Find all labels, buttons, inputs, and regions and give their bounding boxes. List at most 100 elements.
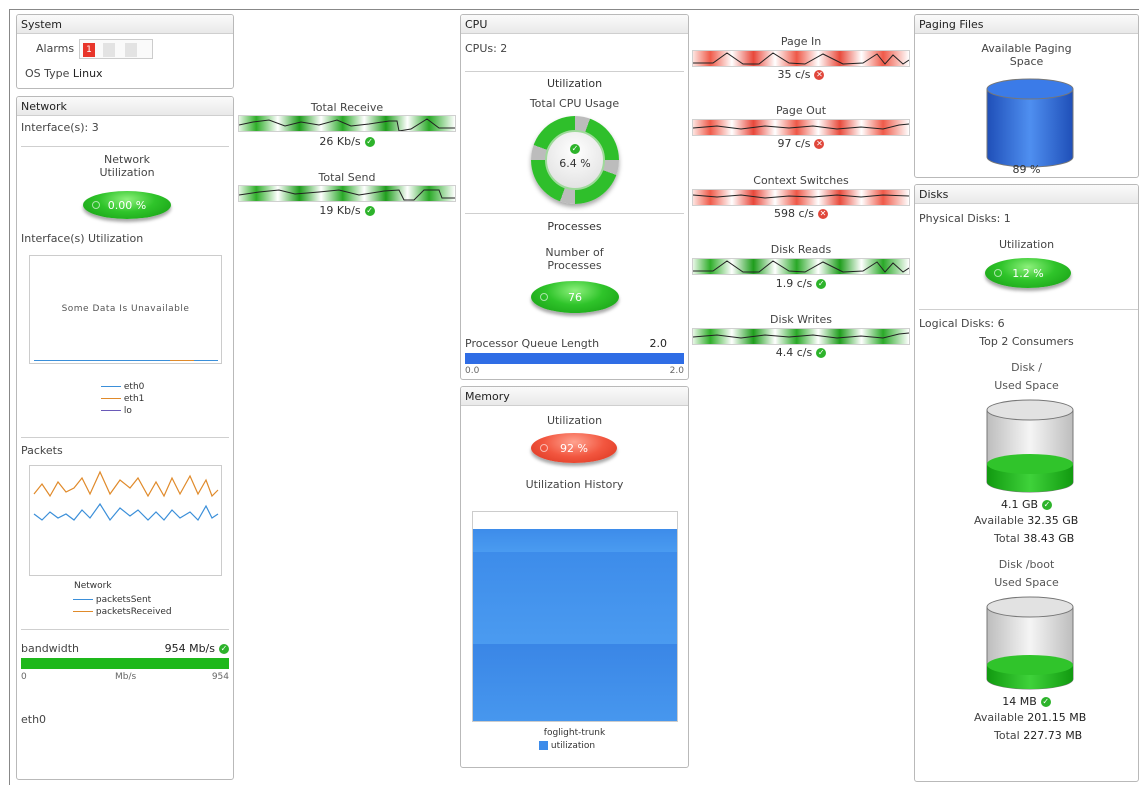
page-in-label: Page In bbox=[780, 35, 822, 48]
legend-swatch bbox=[101, 398, 121, 399]
disk-root-total-row: Total 38.43 GB bbox=[915, 532, 1138, 545]
legend-item: lo bbox=[101, 405, 144, 417]
alarm-warning-box[interactable] bbox=[125, 43, 137, 57]
os-type-label: OS Type bbox=[25, 67, 70, 80]
disk-boot-available-value: 201.15 MB bbox=[1027, 711, 1087, 724]
disk-boot-used-space-label: Used Space bbox=[994, 576, 1059, 589]
number-of-processes-label: Number of Processes bbox=[461, 246, 688, 272]
packets-sent-line bbox=[33, 502, 219, 522]
interfaces-legend: eth0 eth1 lo bbox=[101, 381, 144, 417]
legend-item: packetsReceived bbox=[73, 606, 172, 618]
utilization-history-chart[interactable] bbox=[472, 511, 678, 722]
interface-name[interactable]: eth0 bbox=[21, 713, 46, 726]
network-utilization-gauge[interactable]: 0.00 % bbox=[83, 191, 171, 219]
bandwidth-bar-track[interactable] bbox=[21, 658, 229, 669]
disk-root-total-value: 38.43 GB bbox=[1023, 532, 1075, 545]
sparkline-line bbox=[239, 189, 455, 201]
disk-root-cylinder[interactable] bbox=[985, 398, 1075, 494]
context-switches-value: 598 c/s bbox=[774, 207, 814, 220]
bandwidth-max: 954 bbox=[211, 672, 229, 682]
memory-panel: Memory Utilization 92 % Utilization Hist… bbox=[460, 386, 689, 768]
bandwidth-min: 0 bbox=[21, 672, 27, 682]
cpu-usage-value: 6.4 % bbox=[559, 157, 591, 170]
disk-boot-used-value: 14 MB bbox=[1002, 695, 1037, 708]
interfaces-utilization-chart[interactable]: Some Data Is Unavailable bbox=[29, 255, 222, 364]
legend-swatch bbox=[73, 599, 93, 600]
total-send-row: 19 Kb/s ✓ bbox=[238, 204, 456, 217]
packets-title: Packets bbox=[21, 444, 63, 457]
total-receive-row: 26 Kb/s ✓ bbox=[238, 135, 456, 148]
packets-chart-title: Network bbox=[74, 581, 112, 591]
page-out-sparkline[interactable] bbox=[692, 119, 910, 136]
memory-panel-title: Memory bbox=[461, 387, 688, 406]
number-of-processes-label-line1: Number of bbox=[545, 246, 604, 259]
page-in-sparkline[interactable] bbox=[692, 50, 910, 67]
processes-gauge[interactable]: 76 bbox=[531, 281, 619, 313]
available-paging-label-line1: Available Paging bbox=[981, 42, 1072, 55]
error-x-icon: ✕ bbox=[814, 70, 825, 80]
legend-label: eth0 bbox=[123, 382, 145, 392]
disk-writes-row: 4.4 c/s ✓ bbox=[692, 346, 910, 359]
disk-boot-cylinder[interactable] bbox=[985, 595, 1075, 691]
disk-utilization-gauge[interactable]: 1.2 % bbox=[985, 258, 1071, 288]
error-x-icon: ✕ bbox=[817, 209, 828, 219]
available-paging-label: Available Paging Space bbox=[915, 42, 1138, 68]
cpu-usage-gauge[interactable]: ✓ 6.4 % bbox=[531, 116, 619, 204]
cpu-count: CPUs: 2 bbox=[465, 42, 508, 55]
total-receive-label: Total Receive bbox=[310, 101, 384, 114]
paging-files-panel-title: Paging Files bbox=[915, 15, 1138, 34]
cpu-utilization-section: Utilization bbox=[546, 77, 603, 90]
disk-utilization-value: 1.2 % bbox=[1012, 266, 1044, 280]
disk-writes-sparkline[interactable] bbox=[692, 328, 910, 345]
cpu-panel-title: CPU bbox=[461, 15, 688, 34]
page-in-value: 35 c/s bbox=[777, 68, 811, 81]
disk-reads-sparkline[interactable] bbox=[692, 258, 910, 275]
sparkline-line bbox=[693, 332, 909, 339]
context-switches-sparkline[interactable] bbox=[692, 189, 910, 206]
paging-space-cylinder[interactable] bbox=[985, 77, 1075, 169]
disk-boot-available-row: Available 201.15 MB bbox=[915, 711, 1138, 724]
frame-top-border bbox=[9, 9, 1139, 10]
legend-label: packetsSent bbox=[95, 595, 152, 605]
queue-length-value: 2.0 bbox=[649, 337, 668, 350]
memory-utilization-gauge[interactable]: 92 % bbox=[531, 433, 617, 463]
total-receive-sparkline[interactable] bbox=[238, 115, 456, 132]
packets-sparkline bbox=[33, 470, 219, 522]
queue-length-bar-track[interactable] bbox=[465, 353, 684, 364]
paging-files-panel: Paging Files Available Paging Space 89 % bbox=[914, 14, 1139, 178]
alarm-fatal-box[interactable]: 1 bbox=[83, 43, 95, 57]
sparkline-line bbox=[239, 118, 455, 131]
bandwidth-label: bandwidth bbox=[21, 642, 79, 655]
total-send-label: Total Send bbox=[318, 171, 376, 184]
divider bbox=[21, 146, 229, 147]
available-paging-value: 89 % bbox=[1012, 163, 1041, 176]
utilization-history-label: Utilization History bbox=[525, 478, 624, 491]
legend-swatch bbox=[101, 410, 121, 411]
status-dot-icon bbox=[540, 293, 548, 301]
legend-swatch bbox=[73, 611, 93, 612]
divider bbox=[919, 309, 1138, 310]
network-panel-title: Network bbox=[17, 97, 233, 116]
legend-item: eth1 bbox=[101, 393, 144, 405]
disk-root-used-value: 4.1 GB bbox=[1000, 498, 1039, 511]
memory-chart-legend: utilization bbox=[539, 741, 595, 751]
interfaces-utilization-title: Interface(s) Utilization bbox=[21, 232, 144, 245]
cylinder-top bbox=[986, 78, 1074, 100]
disk-boot-total-row: Total 227.73 MB bbox=[915, 729, 1138, 742]
alarm-critical-box[interactable] bbox=[103, 43, 115, 57]
network-utilization-label: Network Utilization bbox=[77, 153, 177, 179]
disk-reads-value: 1.9 c/s bbox=[775, 277, 813, 290]
disk-root-name: Disk / bbox=[1011, 361, 1042, 374]
cylinder-body bbox=[986, 89, 1074, 168]
available-paging-label-line2: Space bbox=[1009, 55, 1044, 68]
alarms-label: Alarms bbox=[36, 42, 75, 55]
queue-length-min: 0.0 bbox=[465, 366, 480, 376]
packets-chart[interactable] bbox=[29, 465, 222, 576]
processes-section: Processes bbox=[547, 220, 602, 233]
cylinder-used-top bbox=[987, 655, 1073, 675]
queue-length-bar-fill bbox=[465, 353, 684, 364]
alarm-indicators[interactable]: 1 bbox=[79, 39, 153, 59]
legend-swatch bbox=[101, 386, 121, 387]
bandwidth-unit: Mb/s bbox=[115, 672, 137, 682]
total-send-sparkline[interactable] bbox=[238, 185, 456, 202]
